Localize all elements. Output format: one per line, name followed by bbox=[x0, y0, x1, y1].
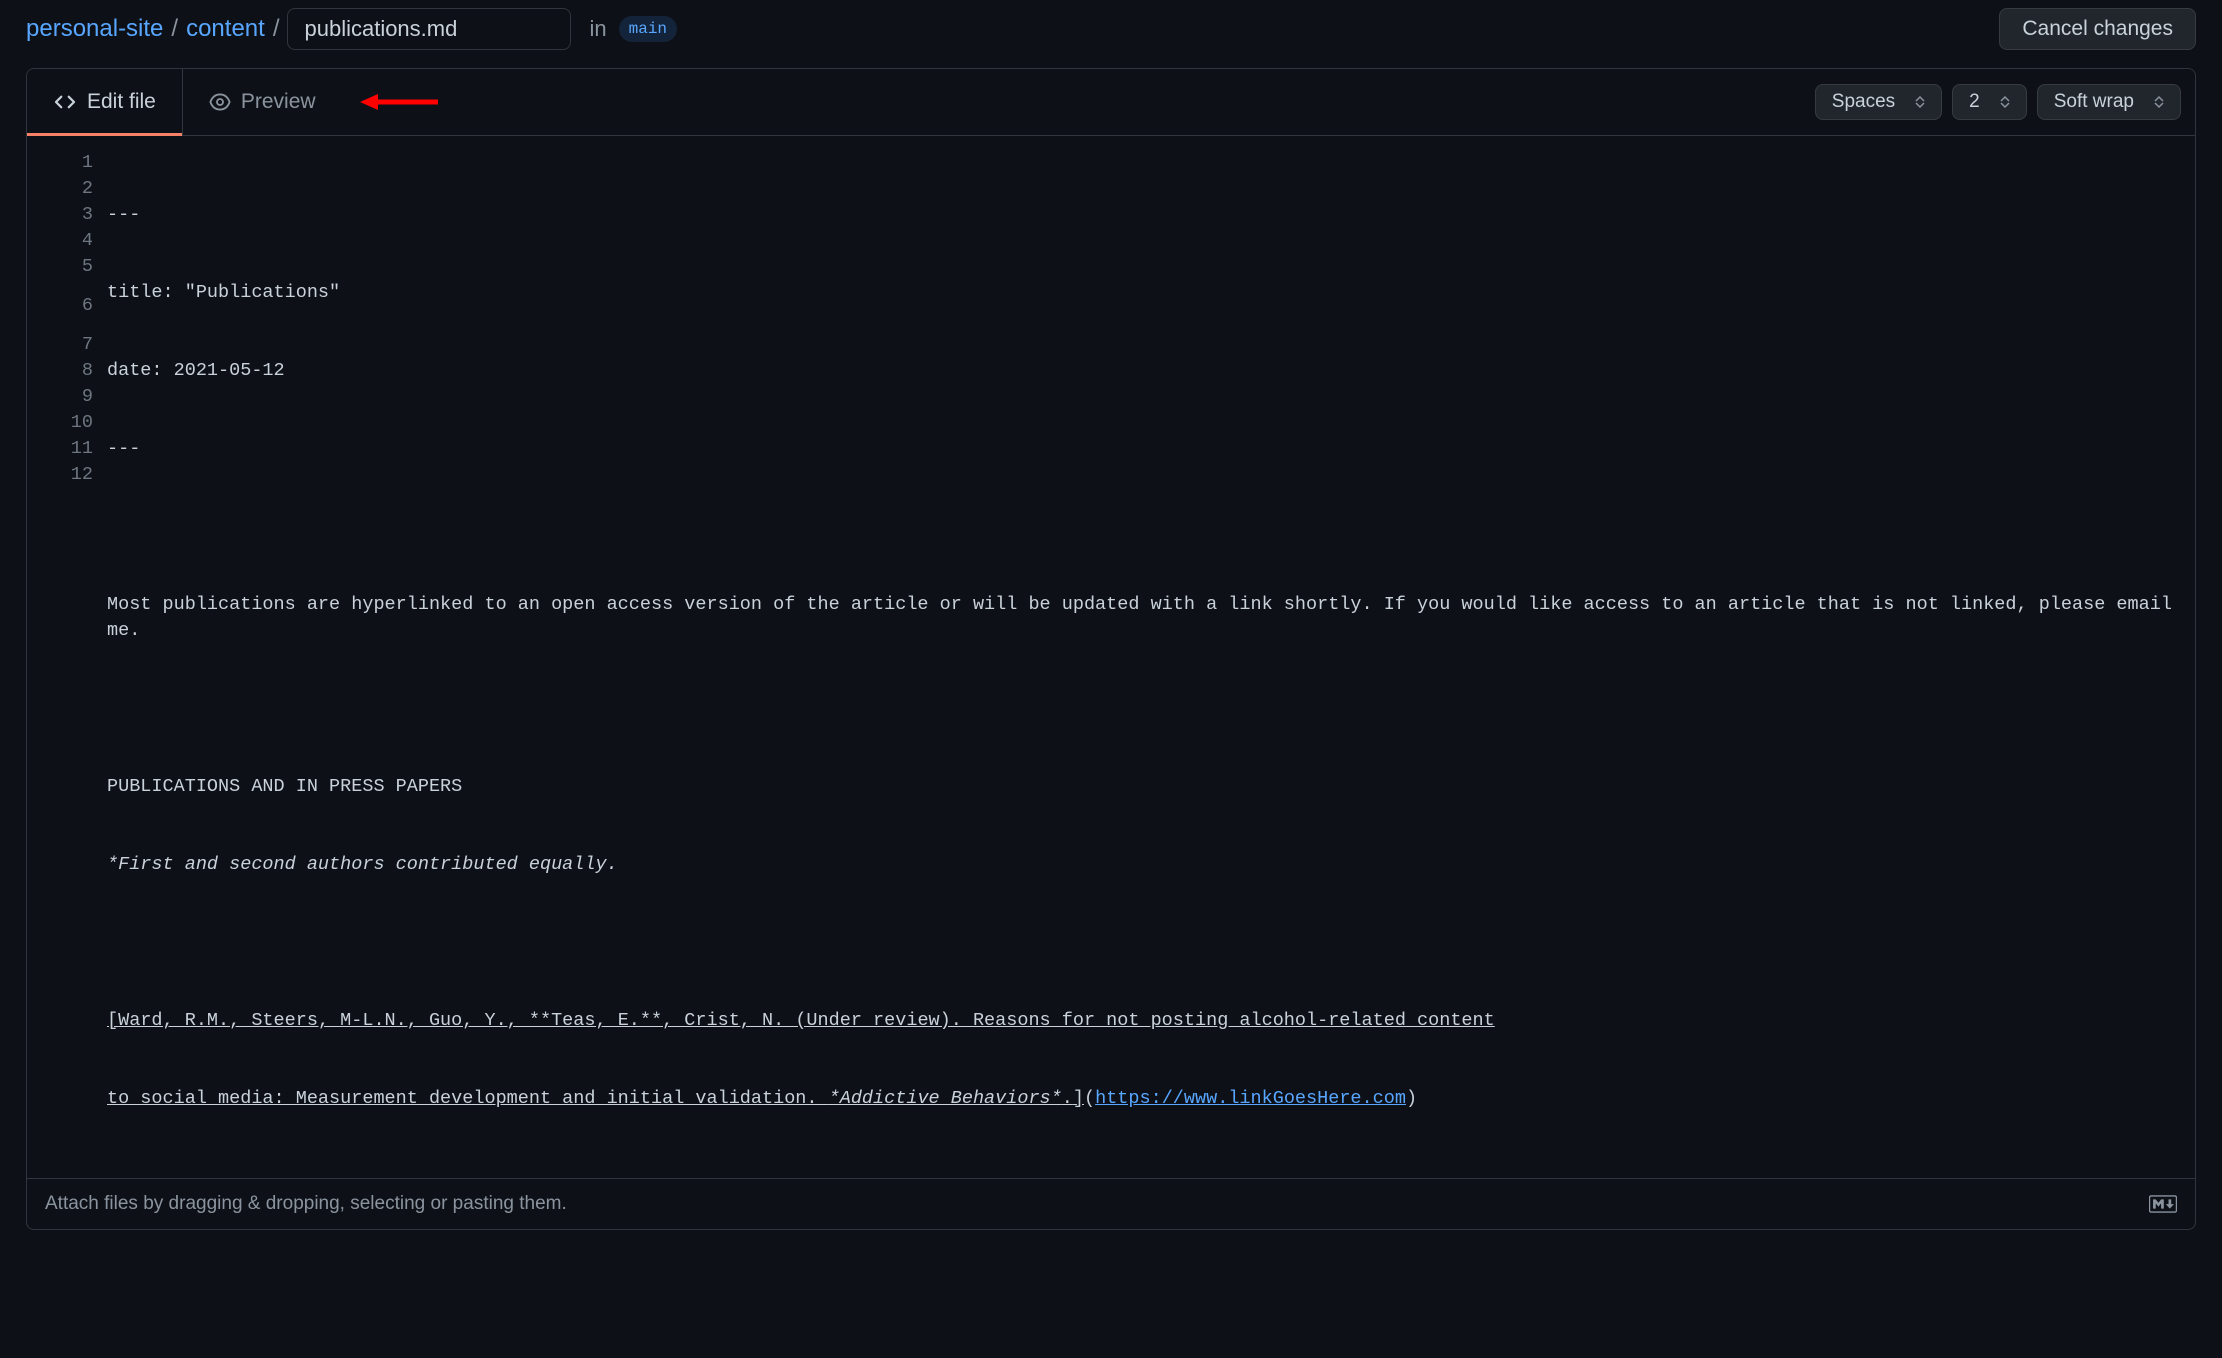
toolbar-right: Spaces 2 Soft wrap bbox=[1815, 69, 2195, 135]
line-number: 7 bbox=[27, 332, 93, 358]
updown-caret-icon bbox=[2000, 95, 2010, 109]
breadcrumbs: personal-site / content / in main bbox=[26, 8, 677, 50]
code-line: [Ward, R.M., Steers, M-L.N., Guo, Y., **… bbox=[107, 1008, 2175, 1034]
tabs: Edit file Preview bbox=[27, 69, 342, 135]
line-number: 2 bbox=[27, 176, 93, 202]
line-number: 8 bbox=[27, 358, 93, 384]
wrap-mode-select[interactable]: Soft wrap bbox=[2037, 84, 2181, 120]
breadcrumb-sep: / bbox=[167, 15, 182, 43]
code-icon bbox=[53, 90, 77, 114]
line-number-gutter: 1 2 3 4 5 6 7 8 9 10 11 12 bbox=[27, 150, 107, 1164]
branch-label[interactable]: main bbox=[619, 16, 677, 42]
code-line: PUBLICATIONS AND IN PRESS PAPERS bbox=[107, 774, 2175, 800]
breadcrumb-folder[interactable]: content bbox=[186, 15, 265, 43]
code-line bbox=[107, 696, 2175, 722]
indent-size-select[interactable]: 2 bbox=[1952, 84, 2027, 120]
line-number: 3 bbox=[27, 202, 93, 228]
code-line: date: 2021-05-12 bbox=[107, 358, 2175, 384]
line-number: 9 bbox=[27, 384, 93, 410]
line-number: 6 bbox=[27, 280, 93, 332]
eye-icon bbox=[209, 91, 231, 113]
code-line: title: "Publications" bbox=[107, 280, 2175, 306]
indent-size-label: 2 bbox=[1969, 91, 1980, 113]
cancel-changes-button[interactable]: Cancel changes bbox=[1999, 8, 2196, 50]
filename-input[interactable] bbox=[287, 8, 571, 50]
annotation-arrow bbox=[360, 87, 440, 117]
line-number: 4 bbox=[27, 228, 93, 254]
code-line: *First and second authors contributed eq… bbox=[107, 852, 2175, 878]
code-line: Most publications are hyperlinked to an … bbox=[107, 592, 2175, 644]
code-line: to social media: Measurement development… bbox=[107, 1086, 2175, 1112]
code-line: --- bbox=[107, 202, 2175, 228]
tab-preview-label: Preview bbox=[241, 90, 316, 114]
code-line: --- bbox=[107, 436, 2175, 462]
editor-footer: Attach files by dragging & dropping, sel… bbox=[27, 1178, 2195, 1229]
line-number: 5 bbox=[27, 254, 93, 280]
line-number: 1 bbox=[27, 150, 93, 176]
line-number: 11 bbox=[27, 436, 93, 462]
updown-caret-icon bbox=[2154, 95, 2164, 109]
in-label: in bbox=[589, 16, 606, 42]
toolbar-row: Edit file Preview bbox=[27, 69, 2195, 136]
indent-mode-select[interactable]: Spaces bbox=[1815, 84, 1942, 120]
wrap-mode-label: Soft wrap bbox=[2054, 91, 2134, 113]
code-line bbox=[107, 514, 2175, 540]
updown-caret-icon bbox=[1915, 95, 1925, 109]
header-row: personal-site / content / in main Cancel… bbox=[26, 0, 2196, 68]
editor-box: Edit file Preview bbox=[26, 68, 2196, 1230]
breadcrumb-sep: / bbox=[269, 15, 284, 43]
attach-hint[interactable]: Attach files by dragging & dropping, sel… bbox=[45, 1193, 567, 1215]
breadcrumb-repo[interactable]: personal-site bbox=[26, 15, 163, 43]
line-number: 12 bbox=[27, 462, 93, 488]
tab-preview[interactable]: Preview bbox=[183, 69, 342, 135]
line-number: 10 bbox=[27, 410, 93, 436]
markdown-icon[interactable] bbox=[2149, 1195, 2177, 1213]
code-line bbox=[107, 930, 2175, 956]
code-area[interactable]: 1 2 3 4 5 6 7 8 9 10 11 12 --- title: "P… bbox=[27, 136, 2195, 1178]
tab-edit-label: Edit file bbox=[87, 90, 156, 114]
tab-edit-file[interactable]: Edit file bbox=[27, 69, 183, 135]
indent-mode-label: Spaces bbox=[1832, 91, 1895, 113]
code-lines[interactable]: --- title: "Publications" date: 2021-05-… bbox=[107, 150, 2195, 1164]
